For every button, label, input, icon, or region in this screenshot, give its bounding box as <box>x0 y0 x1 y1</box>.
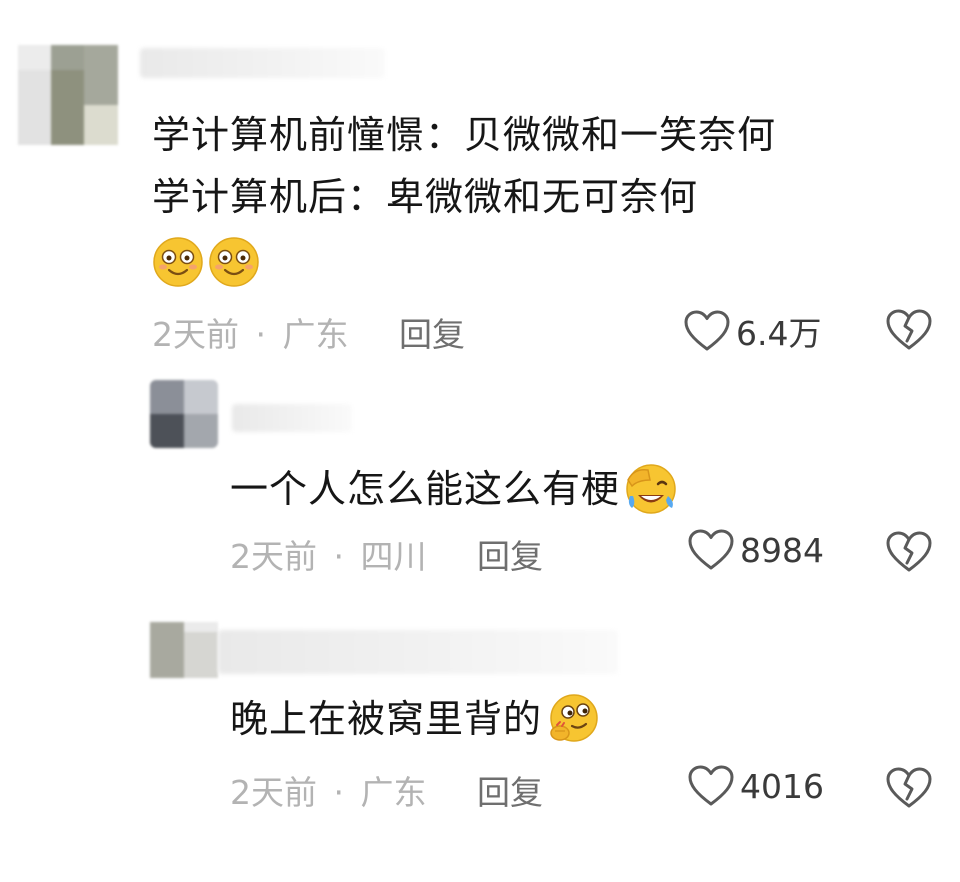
emoji-row <box>152 236 260 288</box>
comment-text-line: 学计算机后：卑微微和无可奈何 <box>152 175 699 219</box>
comment-location: 广东 <box>282 315 349 354</box>
comment-text-line: 一个人怎么能这么有梗 <box>230 467 621 511</box>
smirk-emoji-icon <box>550 694 598 742</box>
comment-time: 2天前 <box>230 773 317 812</box>
comment-text: 学计算机前憧憬：贝微微和一笑奈何 学计算机后：卑微微和无可奈何 <box>152 104 776 228</box>
reply-button[interactable]: 回复 <box>477 537 543 576</box>
heart-icon <box>684 310 730 351</box>
comment-text: 一个人怎么能这么有梗 <box>230 458 678 520</box>
like-count: 6.4万 <box>736 314 822 353</box>
avatar[interactable] <box>150 380 218 448</box>
smile-emoji-icon <box>153 237 203 287</box>
comment-text-line: 晚上在被窝里背的 <box>230 697 543 741</box>
broken-heart-icon[interactable] <box>886 767 932 809</box>
comment-meta: 2天前 · 四川 回复 <box>230 530 543 578</box>
comment-meta: 2天前 · 广东 回复 <box>230 766 543 814</box>
like-button[interactable]: 6.4万 <box>684 307 821 355</box>
meta-separator: · <box>255 315 267 354</box>
comment-location: 广东 <box>360 773 427 812</box>
comment-1: 学计算机前憧憬：贝微微和一笑奈何 学计算机后：卑微微和无可奈何 2天前 · 广东… <box>0 0 960 370</box>
meta-separator: · <box>333 773 345 812</box>
smile-emoji-icon <box>209 237 259 287</box>
avatar[interactable] <box>150 622 218 678</box>
heart-icon <box>688 529 734 570</box>
reply-button[interactable]: 回复 <box>477 773 543 812</box>
comment-meta: 2天前 · 广东 回复 <box>152 308 465 356</box>
meta-separator: · <box>333 537 345 576</box>
username-blurred[interactable] <box>232 404 352 432</box>
avatar[interactable] <box>18 45 118 145</box>
like-button[interactable]: 8984 <box>688 529 824 571</box>
username-blurred[interactable] <box>218 630 618 674</box>
comment-3: 晚上在被窝里背的 2天前 · 广东 回复 4016 <box>0 600 960 882</box>
username-blurred[interactable] <box>140 48 385 78</box>
heart-icon <box>688 765 734 806</box>
broken-heart-icon[interactable] <box>886 531 932 573</box>
broken-heart-icon[interactable] <box>886 309 932 351</box>
comment-time: 2天前 <box>152 315 239 354</box>
comment-location: 四川 <box>360 537 427 576</box>
facepalm-laugh-emoji-icon <box>626 464 676 514</box>
comment-2: 一个人怎么能这么有梗 2天前 · 四川 回复 8984 <box>0 370 960 600</box>
reply-button[interactable]: 回复 <box>399 315 465 354</box>
comment-text-line: 学计算机前憧憬：贝微微和一笑奈何 <box>152 113 777 157</box>
comment-text: 晚上在被窝里背的 <box>230 688 600 750</box>
comment-time: 2天前 <box>230 537 317 576</box>
like-count: 8984 <box>740 530 824 570</box>
like-button[interactable]: 4016 <box>688 765 824 807</box>
like-count: 4016 <box>740 766 824 806</box>
